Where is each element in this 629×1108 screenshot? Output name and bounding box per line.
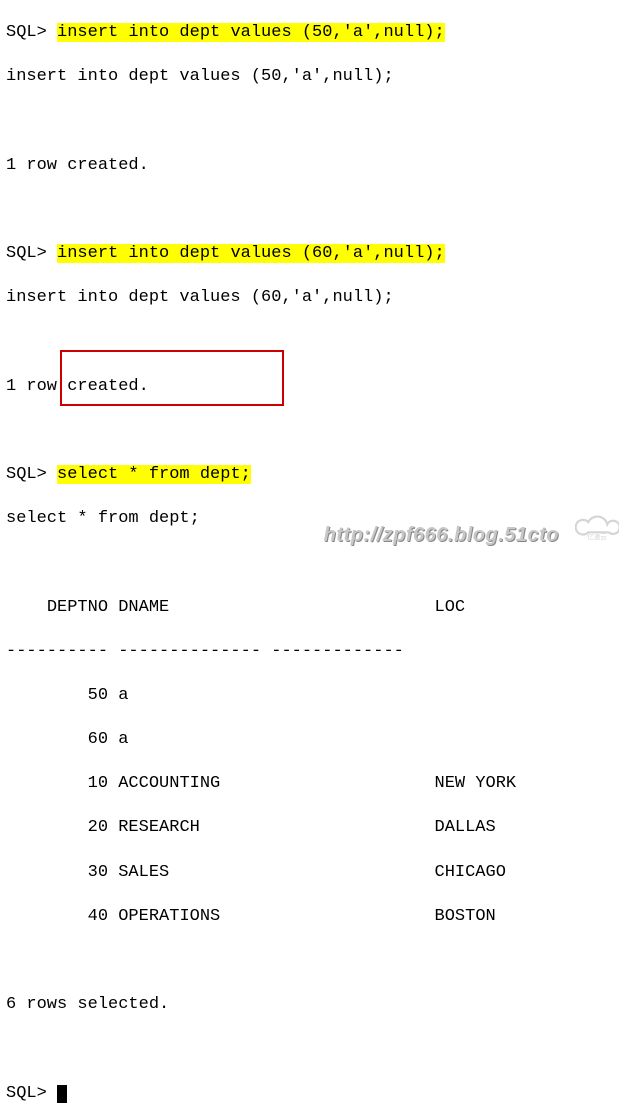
cursor-block — [57, 1085, 67, 1103]
sql-terminal: SQL> insert into dept values (50,'a',nul… — [0, 0, 629, 1108]
feedback-row-created-2: 1 row created. — [6, 376, 623, 398]
watermark-logo-icon: 亿速云 — [575, 510, 619, 540]
sql-echo-insert-50: insert into dept values (50,'a',null); — [6, 66, 623, 88]
cell-dname: a — [118, 730, 128, 749]
sql-stmt-select: select * from dept; — [57, 465, 251, 484]
cell-deptno: 20 — [88, 818, 108, 837]
table-row: 10 ACCOUNTING NEW YORK — [6, 773, 623, 795]
cell-deptno: 40 — [88, 907, 108, 926]
table-divider: ---------- -------------- ------------- — [6, 641, 623, 663]
feedback-row-created-1: 1 row created. — [6, 155, 623, 177]
cell-deptno: 30 — [88, 863, 108, 882]
table-row: 40 OPERATIONS BOSTON — [6, 906, 623, 928]
sql-prompt: SQL> — [6, 244, 47, 263]
col-loc: LOC — [435, 598, 466, 617]
cell-dname: SALES — [118, 863, 169, 882]
cell-deptno: 10 — [88, 774, 108, 793]
col-dname: DNAME — [118, 598, 169, 617]
sql-prompt: SQL> — [6, 23, 47, 42]
cell-loc: BOSTON — [435, 907, 496, 926]
table-row: 60 a — [6, 729, 623, 751]
sql-stmt-insert-50: insert into dept values (50,'a',null); — [57, 23, 445, 42]
watermark-url: http://zpf666.blog.51cto — [324, 522, 559, 548]
cell-dname: ACCOUNTING — [118, 774, 220, 793]
table-row: 30 SALES CHICAGO — [6, 862, 623, 884]
sql-echo-insert-60: insert into dept values (60,'a',null); — [6, 287, 623, 309]
cell-loc: CHICAGO — [435, 863, 506, 882]
cell-dname: a — [118, 686, 128, 705]
table-row: 20 RESEARCH DALLAS — [6, 817, 623, 839]
table-row: 50 a — [6, 685, 623, 707]
sql-prompt: SQL> — [6, 465, 47, 484]
cell-deptno: 60 — [88, 730, 108, 749]
cell-dname: OPERATIONS — [118, 907, 220, 926]
sql-prompt: SQL> — [6, 1084, 47, 1103]
table-header: DEPTNO DNAME LOC — [6, 597, 623, 619]
feedback-rows-selected: 6 rows selected. — [6, 994, 623, 1016]
sql-stmt-insert-60: insert into dept values (60,'a',null); — [57, 244, 445, 263]
cell-deptno: 50 — [88, 686, 108, 705]
cell-loc: DALLAS — [435, 818, 496, 837]
cell-dname: RESEARCH — [118, 818, 200, 837]
cell-loc: NEW YORK — [435, 774, 517, 793]
col-deptno: DEPTNO — [47, 598, 108, 617]
